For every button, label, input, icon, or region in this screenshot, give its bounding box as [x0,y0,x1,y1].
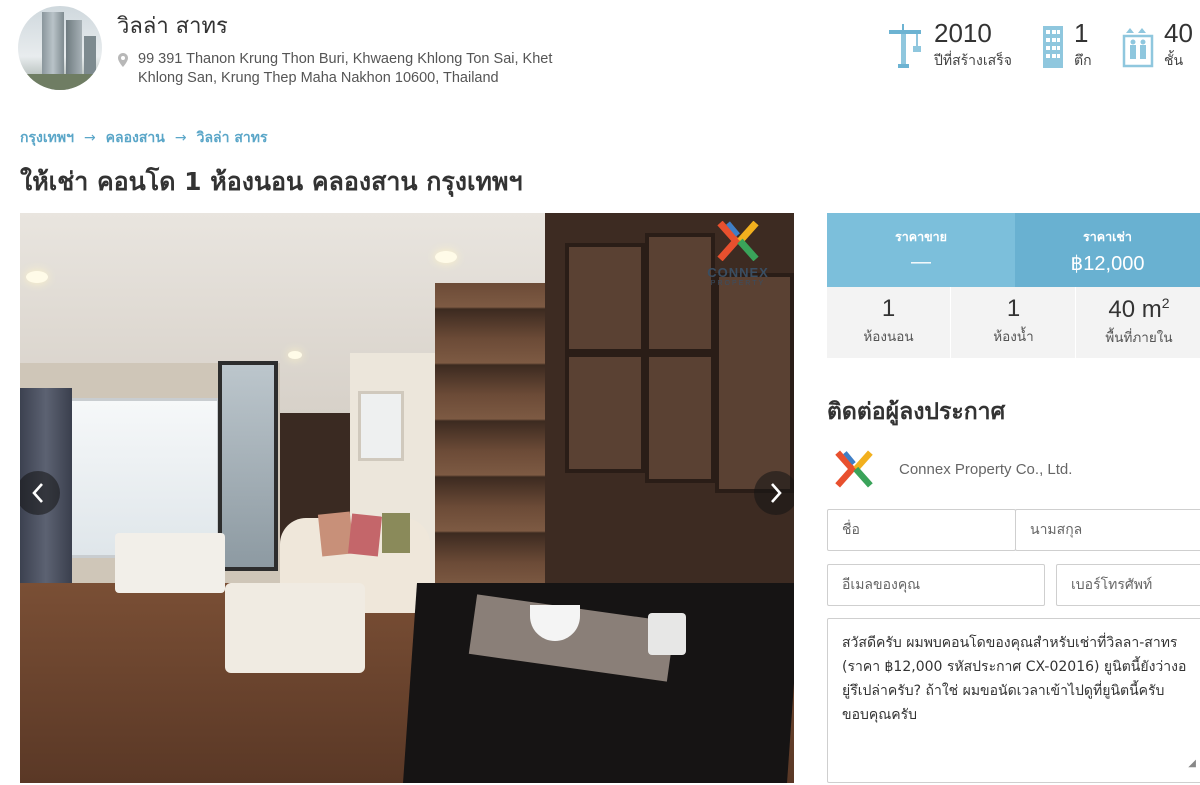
project-name: วิลล่า สาทร [117,14,228,39]
spec-bathrooms: 1 ห้องน้ำ [952,287,1076,358]
photo-ceiling-lamp [288,351,302,359]
bathrooms-value: 1 [1006,295,1021,322]
elevator-icon [1122,28,1154,68]
breadcrumb-item-project[interactable]: วิลล่า สาทร [197,127,268,149]
bedrooms-value: 1 [881,295,896,322]
photo-cup [648,613,686,655]
area-number: 40 m [1108,296,1162,323]
photo-ceiling-lamp [435,251,457,263]
photo-pillow [347,513,383,557]
rent-price: ราคาเช่า ฿12,000 [1015,213,1200,287]
photo-glass-door [218,361,278,571]
contact-title: ติดต่อผู้ลงประกาศ [827,399,1006,425]
chevron-right-icon [771,483,782,503]
rent-price-label: ราคาเช่า [1083,229,1132,244]
bedrooms-label: ห้องนอน [863,329,914,345]
spec-area: 40 m2 พื้นที่ภายใน [1077,287,1200,358]
breadcrumb: กรุงเทพฯ → คลองสาน → วิลล่า สาทร [20,127,268,149]
agent-logo-icon [835,450,873,488]
breadcrumb-separator: → [174,130,187,146]
project-avatar[interactable] [18,6,102,90]
email-field[interactable]: อีเมลของคุณ [827,564,1045,606]
shelf-cell [715,273,794,493]
agent-name[interactable]: Connex Property Co., Ltd. [899,461,1072,478]
breadcrumb-separator: → [83,130,96,146]
price-box: ราคาขาย — ราคาเช่า ฿12,000 1 ห้องนอน 1 ห… [827,213,1200,358]
tower-shape [42,12,64,82]
breadcrumb-item-khlong-san[interactable]: คลองสาน [106,127,165,149]
shelf-cell [565,243,645,353]
year-built-value: 2010 [934,18,992,48]
area-value: 40 m2 [1077,295,1200,324]
page-title: ให้เช่า คอนโด 1 ห้องนอน คลองสาน กรุงเทพฯ [20,167,523,196]
crane-icon [889,24,921,68]
first-name-field[interactable]: ชื่อ [827,509,1016,551]
price-header: ราคาขาย — ราคาเช่า ฿12,000 [827,213,1200,287]
last-name-field[interactable]: นามสกุล [1015,509,1200,551]
photo-ceiling-lamp [26,271,48,283]
sale-price: ราคาขาย — [827,213,1015,287]
photo-painting [358,391,404,461]
phone-field[interactable]: เบอร์โทรศัพท์ [1056,564,1200,606]
connex-watermark: CONNEX PROPERTY [696,220,780,287]
buildings-label: ตึก [1074,53,1092,69]
year-built-label: ปีที่สร้างเสร็จ [934,53,1012,69]
area-unit-sup: 2 [1161,295,1170,311]
sale-price-value: — [911,251,931,273]
area-label: พื้นที่ภายใน [1105,330,1173,346]
spec-bedrooms: 1 ห้องนอน [827,287,951,358]
shelf-cell [565,353,645,473]
ground-shape [18,74,102,90]
watermark-sub: PROPERTY [710,280,766,287]
message-text: สวัสดีครับ ผมพบคอนโดของคุณสำหรับเช่าที่ว… [842,635,1187,723]
map-pin-icon [118,53,128,67]
floors-label: ชั้น [1164,53,1184,69]
bathrooms-label: ห้องน้ำ [993,329,1034,345]
tower-shape [66,20,82,82]
photo-ottoman [225,583,365,673]
project-address: 99 391 Thanon Krung Thon Buri, Khwaeng K… [138,51,553,86]
listing-photo[interactable]: CONNEX PROPERTY [20,213,794,783]
buildings-value: 1 [1074,18,1089,48]
photo-pillow [382,513,410,553]
floors-value: 40 [1164,18,1193,48]
message-textarea[interactable]: สวัสดีครับ ผมพบคอนโดของคุณสำหรับเช่าที่ว… [827,618,1200,783]
watermark-text: CONNEX [707,265,769,280]
building-icon [1043,26,1063,68]
specs-row: 1 ห้องนอน 1 ห้องน้ำ 40 m2 พื้นที่ภายใน [827,287,1200,358]
rent-price-value: ฿12,000 [1070,253,1145,275]
resize-handle-icon[interactable]: ◢ [1188,752,1196,776]
connex-logo-icon [717,220,759,262]
shelf-cell [645,353,715,483]
gallery-next-button[interactable] [754,471,794,515]
photo-bed [115,533,225,593]
chevron-left-icon [32,483,43,503]
breadcrumb-item-bangkok[interactable]: กรุงเทพฯ [20,127,74,149]
sale-price-label: ราคาขาย [894,229,947,244]
